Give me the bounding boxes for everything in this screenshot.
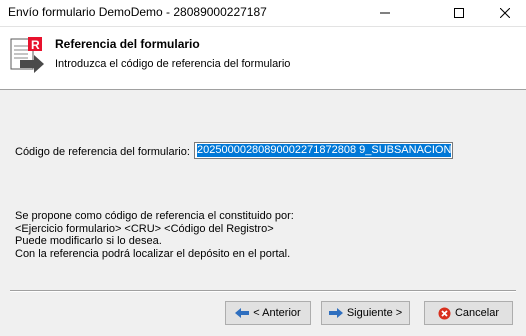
previous-button-label: < Anterior — [253, 307, 301, 319]
window-title: Envío formulario DemoDemo - 280890002271… — [8, 5, 267, 19]
wizard-content: Código de referencia del formulario: 202… — [0, 90, 526, 290]
page-title: Referencia del formulario — [55, 37, 200, 51]
reference-input[interactable]: 20250000280890002271872808 9_SUBSANACION — [194, 142, 453, 159]
registro-logo-icon: R — [10, 37, 44, 73]
button-divider — [10, 290, 516, 292]
previous-button[interactable]: < Anterior — [225, 301, 311, 325]
minimize-icon — [380, 12, 390, 14]
info-line: <Ejercicio formulario> <CRU> <Código del… — [15, 222, 274, 235]
next-button[interactable]: Siguiente > — [321, 301, 410, 325]
svg-text:R: R — [31, 38, 40, 52]
arrow-right-icon — [328, 308, 343, 318]
maximize-icon — [454, 8, 464, 18]
info-line: Con la referencia podrá localizar el dep… — [15, 247, 291, 260]
close-button[interactable] — [482, 0, 526, 26]
minimize-button[interactable] — [362, 0, 408, 26]
info-text: Se propone como código de referencia el … — [15, 210, 294, 260]
title-bar: Envío formulario DemoDemo - 280890002271… — [0, 0, 526, 27]
maximize-button[interactable] — [436, 0, 482, 26]
close-icon — [500, 8, 510, 18]
page-subtitle: Introduzca el código de referencia del f… — [55, 58, 291, 70]
info-line: Puede modificarlo si lo desea. — [15, 235, 162, 247]
arrow-left-icon — [235, 308, 250, 318]
reference-input-value: 20250000280890002271872808 9_SUBSANACION — [197, 144, 452, 157]
next-button-label: Siguiente > — [346, 307, 403, 319]
info-line: Se propone como código de referencia el … — [15, 210, 294, 222]
cancel-button-label: Cancelar — [454, 307, 500, 319]
wizard-header: R Referencia del formulario Introduzca e… — [0, 27, 526, 90]
cancel-button[interactable]: Cancelar — [424, 301, 513, 325]
reference-label: Código de referencia del formulario: — [15, 146, 190, 158]
cancel-icon — [438, 307, 451, 319]
